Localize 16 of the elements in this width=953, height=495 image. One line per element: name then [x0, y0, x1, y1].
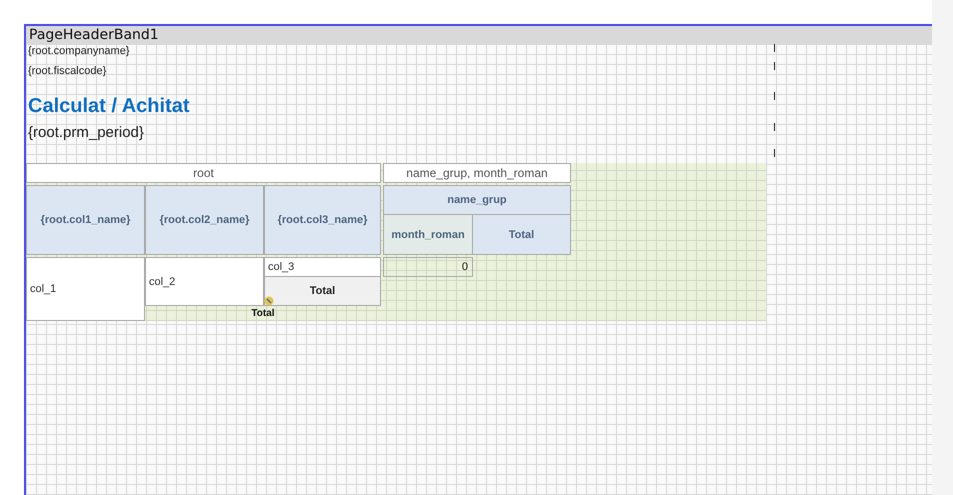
row-cell: col_1 [26, 257, 145, 321]
row-cell: col_3 [264, 257, 381, 277]
row-header: {root.col1_name} [26, 185, 145, 255]
band-title: PageHeaderBand1 [26, 26, 932, 45]
row-caption: root [26, 163, 381, 183]
total-cell-text: Total [250, 307, 276, 321]
column-header: Total [472, 214, 571, 255]
total-cell: Total [264, 276, 381, 306]
value-cell: 0 [383, 257, 473, 277]
column-header: name_grup [383, 185, 571, 215]
column-caption: name_grup, month_roman [383, 163, 571, 183]
column-header: month_roman [383, 214, 473, 255]
row-header: {root.col3_name} [264, 185, 381, 255]
wand-icon [264, 296, 274, 306]
row-cell: col_2 [145, 257, 264, 306]
row-header: {root.col2_name} [145, 185, 264, 255]
